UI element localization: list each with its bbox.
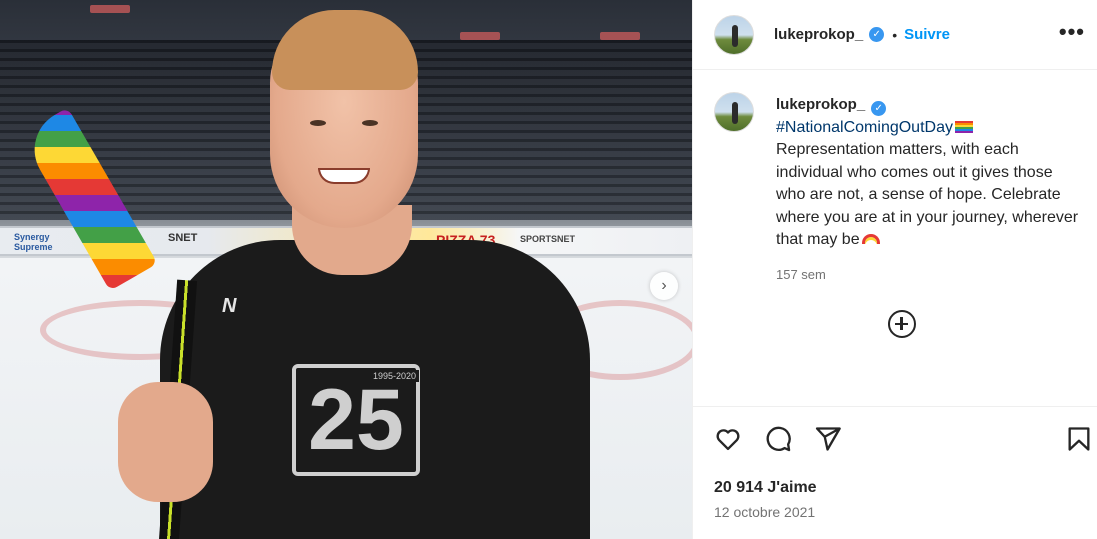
post-header: lukeprokop_ ✓ • Suivre ••• bbox=[693, 0, 1097, 70]
likes-count[interactable]: 20 914 J'aime bbox=[714, 479, 817, 497]
post-date[interactable]: 12 octobre 2021 bbox=[714, 504, 815, 520]
person-eye bbox=[310, 120, 326, 126]
post-sidebar: lukeprokop_ ✓ • Suivre ••• lukeprokop_ ✓ … bbox=[692, 0, 1097, 539]
share-icon[interactable] bbox=[814, 425, 842, 453]
verified-badge-icon: ✓ bbox=[871, 101, 887, 116]
caption: lukeprokop_ ✓ #NationalComingOutDay Repre… bbox=[714, 92, 1084, 286]
heart-icon[interactable] bbox=[714, 425, 742, 453]
person-eye bbox=[362, 120, 378, 126]
board-ad: SPORTSNET bbox=[520, 234, 576, 244]
action-bar: 20 914 J'aime 12 octobre 2021 bbox=[693, 406, 1097, 539]
board-ad: SNET bbox=[168, 232, 198, 244]
person-hand bbox=[118, 382, 213, 502]
arena-light bbox=[90, 5, 130, 13]
pride-flag-icon bbox=[954, 120, 973, 133]
shirt-years: 1995-2020 bbox=[370, 370, 420, 382]
chevron-right-icon: › bbox=[661, 277, 667, 294]
separator-dot: • bbox=[892, 26, 898, 43]
person-smile bbox=[318, 168, 370, 184]
comment-icon[interactable] bbox=[764, 425, 792, 453]
rainbow-icon bbox=[861, 234, 880, 244]
likes-number: 20 914 bbox=[714, 479, 763, 496]
hashtag-link[interactable]: #NationalComingOutDay bbox=[776, 119, 953, 136]
load-more-comments-button[interactable] bbox=[888, 310, 916, 338]
brand-logo: N bbox=[222, 295, 237, 317]
next-photo-button[interactable]: › bbox=[650, 272, 678, 300]
caption-avatar[interactable] bbox=[714, 92, 754, 132]
caption-username[interactable]: lukeprokop_ bbox=[776, 94, 865, 117]
arena-light bbox=[600, 32, 640, 40]
post-photo[interactable]: Synergy Supreme SNET PIZZA 73 SPORTSNET … bbox=[0, 0, 692, 539]
arena-light bbox=[460, 32, 500, 40]
more-options-icon[interactable]: ••• bbox=[1059, 21, 1085, 43]
header-username[interactable]: lukeprokop_ bbox=[774, 26, 863, 43]
post-age[interactable]: 157 sem bbox=[776, 264, 1084, 287]
person-hair bbox=[272, 10, 418, 90]
follow-button[interactable]: Suivre bbox=[904, 26, 950, 43]
avatar[interactable] bbox=[714, 14, 754, 55]
likes-label: J'aime bbox=[767, 479, 817, 496]
verified-badge-icon: ✓ bbox=[869, 27, 885, 42]
board-ad: Synergy Supreme bbox=[14, 232, 53, 252]
caption-text: Representation matters, with each indivi… bbox=[776, 141, 1079, 248]
bookmark-icon[interactable] bbox=[1065, 425, 1093, 453]
